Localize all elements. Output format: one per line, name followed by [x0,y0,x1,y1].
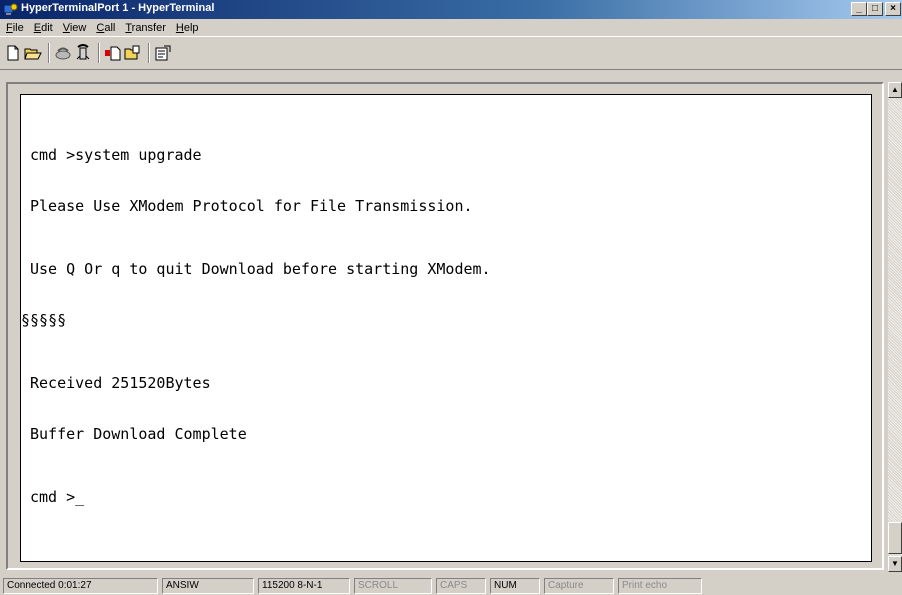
disconnect-phone-icon[interactable] [53,43,73,63]
terminal-line: Buffer Download Complete [30,425,247,443]
status-caps: CAPS [436,578,486,594]
terminal-output: cmd >system upgrade Please Use XModem Pr… [21,113,871,540]
open-folder-icon[interactable] [23,43,43,63]
scroll-down-button[interactable]: ▼ [888,556,902,572]
terminal-screen[interactable]: cmd >system upgrade Please Use XModem Pr… [20,94,872,562]
status-num: NUM [490,578,540,594]
toolbar-separator [148,43,150,63]
close-button[interactable]: × [885,2,901,16]
menu-call[interactable]: Call [90,22,119,34]
window-title: HyperTerminalPort 1 - HyperTerminal [21,2,215,14]
receive-file-icon[interactable] [123,43,143,63]
vertical-scrollbar[interactable]: ▲ ▼ [888,82,902,572]
maximize-button[interactable]: □ [867,2,883,16]
menu-bar: File Edit View Call Transfer Help [0,19,902,36]
status-emulation: ANSIW [162,578,254,594]
terminal-line: Please Use XModem Protocol for File Tran… [30,197,473,215]
terminal-line: Use Q Or q to quit Download before start… [30,260,491,278]
hyperterminal-app-icon[interactable] [3,2,18,16]
new-file-icon[interactable] [3,43,23,63]
minimize-button[interactable]: _ [851,2,867,16]
terminal-line: cmd >system upgrade [30,146,202,164]
scroll-up-button[interactable]: ▲ [888,82,902,98]
toolbar-separator [48,43,50,63]
send-file-icon[interactable] [103,43,123,63]
status-bar: Connected 0:01:27 ANSIW 115200 8-N-1 SCR… [0,576,902,595]
scrollbar-thumb[interactable] [888,522,902,554]
toolbar-separator [98,43,100,63]
title-bar[interactable]: HyperTerminalPort 1 - HyperTerminal _ □ … [0,0,902,19]
status-capture: Capture [544,578,614,594]
menu-view[interactable]: View [57,22,91,34]
status-scroll: SCROLL [354,578,432,594]
status-connected: Connected 0:01:27 [3,578,158,594]
terminal-line: Received 251520Bytes [30,374,211,392]
menu-transfer[interactable]: Transfer [119,22,170,34]
terminal-line: §§§§§ [21,311,67,329]
toolbar [0,36,902,70]
dial-phone-icon[interactable] [73,43,93,63]
menu-edit[interactable]: Edit [28,22,57,34]
menu-help[interactable]: Help [170,22,203,34]
menu-file[interactable]: File [0,22,28,34]
status-print-echo: Print echo [618,578,702,594]
terminal-prompt-line: cmd >_ [30,488,85,506]
properties-icon[interactable] [153,43,173,63]
status-port-settings: 115200 8-N-1 [258,578,350,594]
